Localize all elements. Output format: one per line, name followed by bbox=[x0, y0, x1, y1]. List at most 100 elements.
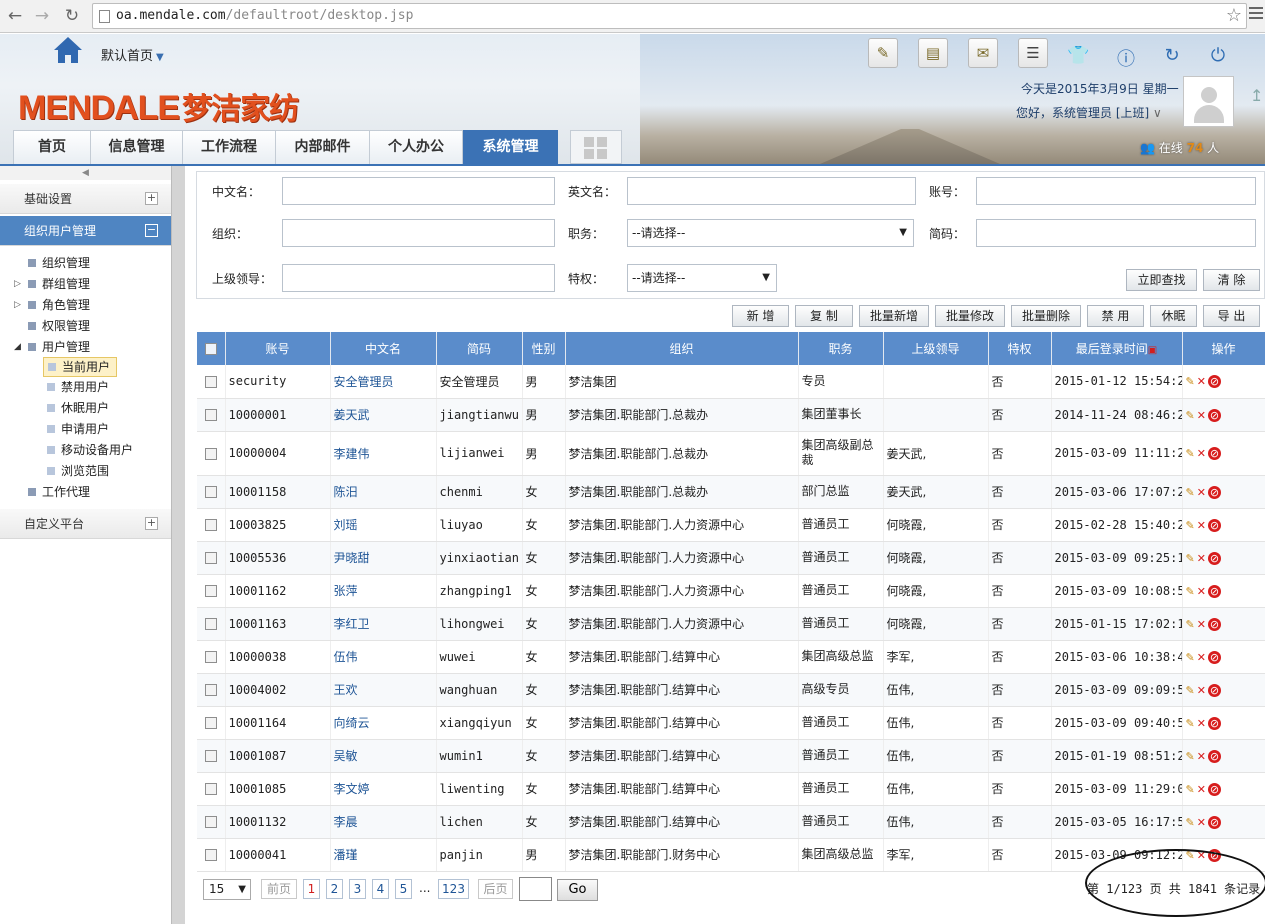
tree-item-applicant-users[interactable]: 申请用户 bbox=[47, 419, 109, 439]
disable-icon[interactable]: ⊘ bbox=[1207, 447, 1221, 460]
row-checkbox[interactable] bbox=[197, 365, 226, 399]
page-1[interactable]: 1 bbox=[303, 879, 320, 899]
cell-chinese-name[interactable]: 伍伟 bbox=[330, 640, 437, 674]
batch-delete-button[interactable]: 批量删除 bbox=[1011, 305, 1081, 327]
sort-icon[interactable]: ▣ bbox=[1148, 345, 1157, 356]
select-all-checkbox[interactable] bbox=[197, 332, 226, 365]
edit-icon[interactable]: ✎ bbox=[1186, 783, 1195, 796]
row-checkbox[interactable] bbox=[197, 673, 226, 707]
table-row[interactable]: 10004002 王欢 wanghuan 女梦洁集团.职能部门.结算中心 高级专员 伍伟,… bbox=[197, 673, 1265, 707]
delete-icon[interactable]: ✕ bbox=[1197, 409, 1206, 422]
edit-icon[interactable]: ✎ bbox=[1186, 717, 1195, 730]
cell-chinese-name[interactable]: 安全管理员 bbox=[330, 365, 437, 399]
table-row[interactable]: 10003825 刘瑶 liuyao 女梦洁集团.职能部门.人力资源中心 普通员工 何晓霞… bbox=[197, 508, 1265, 542]
table-row[interactable]: 10005536 尹晓甜 yinxiaotian 女梦洁集团.职能部门.人力资源中心普… bbox=[197, 541, 1265, 575]
privilege-select[interactable]: --请选择-- ▼ bbox=[627, 264, 777, 292]
page-last[interactable]: 123 bbox=[438, 879, 469, 899]
power-icon[interactable]: ⏻ bbox=[1207, 45, 1229, 66]
duty-select[interactable]: --请选择-- ▼ bbox=[627, 219, 914, 247]
row-checkbox[interactable] bbox=[197, 706, 226, 740]
disable-button[interactable]: 禁 用 bbox=[1087, 305, 1144, 327]
reload-icon[interactable]: ↻ bbox=[61, 5, 83, 27]
disable-icon[interactable]: ⊘ bbox=[1207, 408, 1221, 422]
table-row[interactable]: 10000001 姜天武 jiangtianwu 男梦洁集团.职能部门.总裁办 集团董事… bbox=[197, 398, 1265, 432]
edit-icon[interactable]: ✎ bbox=[1186, 486, 1195, 499]
note-edit-icon[interactable]: ✎ bbox=[868, 38, 898, 68]
tree-item-browse-scope[interactable]: 浏览范围 bbox=[47, 461, 109, 481]
row-checkbox[interactable] bbox=[197, 541, 226, 575]
disable-icon[interactable]: ⊘ bbox=[1207, 518, 1221, 532]
clear-button[interactable]: 清 除 bbox=[1203, 269, 1260, 291]
col-chinese-name[interactable]: 中文名 bbox=[330, 332, 437, 365]
col-gender[interactable]: 性别 bbox=[522, 332, 566, 365]
page-5[interactable]: 5 bbox=[395, 879, 412, 899]
delete-icon[interactable]: ✕ bbox=[1197, 816, 1206, 829]
tree-item-mobile-users[interactable]: 移动设备用户 bbox=[47, 440, 133, 460]
batch-add-button[interactable]: 批量新增 bbox=[859, 305, 929, 327]
english-name-input[interactable] bbox=[627, 177, 916, 205]
disable-icon[interactable]: ⊘ bbox=[1207, 782, 1221, 796]
collapse-sidebar-icon[interactable]: ◀ bbox=[0, 166, 171, 180]
page-2[interactable]: 2 bbox=[326, 879, 343, 899]
delete-icon[interactable]: ✕ bbox=[1197, 651, 1206, 664]
avatar[interactable] bbox=[1183, 76, 1234, 127]
table-row[interactable]: 10000038 伍伟 wuwei 女梦洁集团.职能部门.结算中心 集团高级总监 李军, 否… bbox=[197, 640, 1265, 674]
disable-icon[interactable]: ⊘ bbox=[1207, 617, 1221, 631]
tab-system-management[interactable]: 系统管理 bbox=[463, 130, 558, 164]
cell-chinese-name[interactable]: 姜天武 bbox=[330, 398, 437, 432]
delete-icon[interactable]: ✕ bbox=[1197, 375, 1206, 388]
col-account[interactable]: 账号 bbox=[225, 332, 331, 365]
row-checkbox[interactable] bbox=[197, 805, 226, 839]
cell-chinese-name[interactable]: 李红卫 bbox=[330, 607, 437, 641]
batch-edit-button[interactable]: 批量修改 bbox=[935, 305, 1005, 327]
col-leader[interactable]: 上级领导 bbox=[883, 332, 989, 365]
row-checkbox[interactable] bbox=[197, 508, 226, 542]
tree-item-current-users[interactable]: 当前用户 bbox=[43, 357, 118, 377]
mail-icon[interactable]: ✉ bbox=[968, 38, 998, 68]
disable-icon[interactable]: ⊘ bbox=[1207, 485, 1221, 499]
sidebar-scrollbar[interactable] bbox=[171, 166, 185, 924]
delete-icon[interactable]: ✕ bbox=[1197, 519, 1206, 532]
edit-icon[interactable]: ✎ bbox=[1186, 684, 1195, 697]
disable-icon[interactable]: ⊘ bbox=[1207, 815, 1221, 829]
col-last-login[interactable]: 最后登录时间▣ bbox=[1051, 332, 1183, 365]
cell-chinese-name[interactable]: 尹晓甜 bbox=[330, 541, 437, 575]
browser-menu-icon[interactable] bbox=[1249, 7, 1263, 25]
row-checkbox[interactable] bbox=[197, 431, 226, 476]
table-row[interactable]: 10001087 吴敏 wumin1 女梦洁集团.职能部门.结算中心 普通员工 伍伟, 否 2… bbox=[197, 739, 1265, 773]
account-input[interactable] bbox=[976, 177, 1256, 205]
page-size-select[interactable]: 15 ▼ bbox=[203, 879, 251, 900]
section-custom-platform[interactable]: 自定义平台 + bbox=[0, 509, 171, 539]
col-duty[interactable]: 职务 bbox=[798, 332, 884, 365]
org-input[interactable] bbox=[282, 219, 555, 247]
delete-icon[interactable]: ✕ bbox=[1197, 618, 1206, 631]
page-4[interactable]: 4 bbox=[372, 879, 389, 899]
disable-icon[interactable]: ⊘ bbox=[1207, 683, 1221, 697]
edit-icon[interactable]: ✎ bbox=[1186, 552, 1195, 565]
cell-chinese-name[interactable]: 吴敏 bbox=[330, 739, 437, 773]
export-button[interactable]: 导 出 bbox=[1203, 305, 1260, 327]
cell-chinese-name[interactable]: 陈汨 bbox=[330, 475, 437, 509]
col-org[interactable]: 组织 bbox=[565, 332, 799, 365]
delete-icon[interactable]: ✕ bbox=[1197, 585, 1206, 598]
table-row[interactable]: 10001085 李文婷 liwenting 女梦洁集团.职能部门.结算中心 普通员工伍… bbox=[197, 772, 1265, 806]
disable-icon[interactable]: ⊘ bbox=[1207, 375, 1221, 389]
tab-home[interactable]: 首页 bbox=[13, 130, 91, 164]
table-row[interactable]: 10001158 陈汨 chenmi 女梦洁集团.职能部门.总裁办 部门总监 姜天武, 否 2… bbox=[197, 475, 1265, 509]
disable-icon[interactable]: ⊘ bbox=[1207, 584, 1221, 598]
add-button[interactable]: 新 增 bbox=[732, 305, 789, 327]
disable-icon[interactable]: ⊘ bbox=[1207, 650, 1221, 664]
tree-item-permissions[interactable]: 权限管理 bbox=[28, 316, 90, 336]
cell-chinese-name[interactable]: 刘瑶 bbox=[330, 508, 437, 542]
edit-icon[interactable]: ✎ bbox=[1186, 618, 1195, 631]
cell-chinese-name[interactable]: 王欢 bbox=[330, 673, 437, 707]
tree-item-disabled-users[interactable]: 禁用用户 bbox=[47, 377, 109, 397]
table-row[interactable]: 10001163 李红卫 lihongwei 女梦洁集团.职能部门.人力资源中心 普通员… bbox=[197, 607, 1265, 641]
edit-icon[interactable]: ✎ bbox=[1186, 651, 1195, 664]
refresh-icon[interactable]: ↻ bbox=[1161, 45, 1183, 66]
go-button[interactable]: Go bbox=[557, 879, 598, 901]
expand-icon[interactable]: + bbox=[145, 192, 158, 205]
back-arrow-icon[interactable]: ← bbox=[4, 5, 26, 27]
delete-icon[interactable]: ✕ bbox=[1197, 684, 1206, 697]
prev-page-button[interactable]: 前页 bbox=[261, 879, 297, 899]
